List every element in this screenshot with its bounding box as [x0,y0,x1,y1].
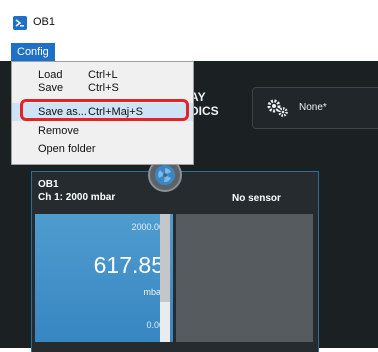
sensor-display-area [176,214,313,342]
pressure-level-fill [160,302,170,342]
menu-item-label: Open folder [38,143,96,155]
menu-item-label: Save as... [38,106,87,118]
pressure-level-bar [160,214,170,342]
config-dropdown-menu: Load Ctrl+L Save Ctrl+S Save as... Ctrl+… [11,61,194,165]
menu-config[interactable]: Config [11,43,55,61]
menu-item-save-as[interactable]: Save as... Ctrl+Maj+S [12,103,193,121]
menu-item-open-folder[interactable]: Open folder [12,140,193,158]
pressure-gauge[interactable]: 2000.00 617.85 mbar 0.00 [35,214,173,342]
menu-item-save[interactable]: Save Ctrl+S [12,79,193,97]
menu-item-shortcut: Ctrl+Maj+S [88,106,144,118]
sensor-label: No sensor [232,193,281,204]
app-logo-icon [13,16,27,30]
window-title: OB1 [33,16,56,28]
brand-line-2: DICS [190,104,219,118]
gears-icon [266,98,290,123]
menu-bar: Config [0,43,378,61]
brand-title: AY DICS [190,90,219,118]
instrument-name: OB1 [38,179,59,190]
channel-label: Ch 1: 2000 mbar [38,192,116,203]
configuration-selector[interactable]: None* [252,87,378,129]
menu-item-label: Remove [38,125,79,137]
brand-line-1: AY [190,90,206,104]
title-bar: OB1 [0,0,378,43]
configuration-value: None* [299,102,327,113]
fan-icon [155,165,175,185]
pressure-reading: 617.85 [93,252,164,278]
menu-item-label: Save [38,82,64,94]
menu-item-shortcut: Ctrl+S [88,82,119,94]
menu-item-remove[interactable]: Remove [12,122,193,140]
